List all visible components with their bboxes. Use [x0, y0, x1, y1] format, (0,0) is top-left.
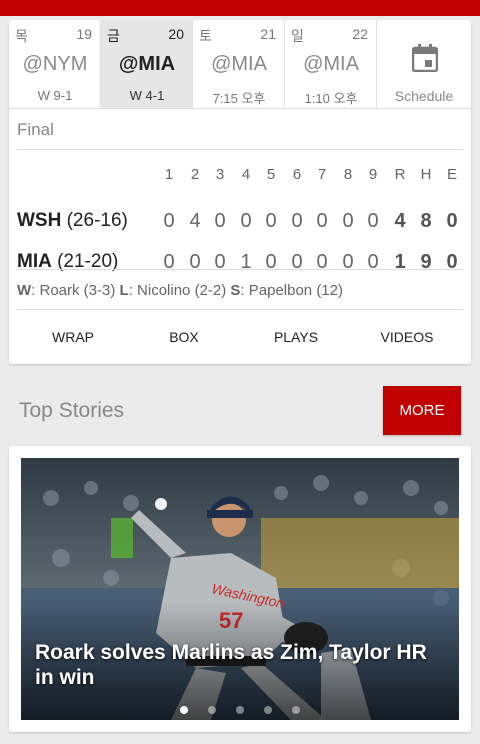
save-label: S [230, 282, 241, 299]
day-of-week: 토 [199, 28, 212, 44]
home-inning-score: 0 [265, 251, 277, 273]
away-total-score: 8 [420, 210, 432, 232]
pitching-decisions: W: Roark (3-3) L: Nicolino (2-2) S: Pape… [17, 282, 343, 299]
total-header: R [394, 166, 406, 183]
inning-header: 1 [164, 166, 174, 183]
save-pitcher: : Papelbon (12) [240, 282, 343, 299]
day-date: 22 [352, 26, 368, 42]
carousel-dot[interactable] [236, 706, 244, 714]
inning-header: 2 [190, 166, 200, 183]
divider [17, 309, 463, 310]
day-result: W 4-1 [129, 88, 165, 103]
away-total-score: 0 [446, 210, 458, 232]
carousel-dots [21, 701, 459, 719]
home-total-score: 0 [446, 251, 458, 273]
carousel-dot[interactable] [180, 706, 188, 714]
home-inning-score: 0 [342, 251, 354, 273]
day-result: 1:10 오후 [304, 91, 358, 106]
inning-header: 9 [368, 166, 378, 183]
day-date: 20 [168, 26, 184, 42]
home-inning-score: 0 [214, 251, 226, 273]
calendar-icon [412, 44, 438, 72]
carousel-dot[interactable] [292, 706, 300, 714]
day-result: W 9-1 [37, 88, 73, 103]
day-opponent: @NYM [22, 53, 88, 75]
top-stories-heading: Top Stories [19, 399, 125, 422]
home-inning-score: 0 [163, 251, 175, 273]
winning-pitcher: : Roark (3-3) [31, 282, 116, 299]
day-opponent: @MIA [303, 53, 359, 75]
schedule-day-19[interactable]: 목 19 @NYM W 9-1 [9, 20, 101, 108]
tab-plays[interactable]: PLAYS [246, 329, 346, 345]
away-inning-score: 0 [342, 210, 354, 232]
away-inning-score: 0 [291, 210, 303, 232]
away-team-abbr: WSH [17, 210, 62, 231]
away-inning-score: 0 [367, 210, 379, 232]
tab-wrap[interactable]: WRAP [23, 329, 123, 345]
away-total-score: 4 [394, 210, 406, 232]
away-inning-score: 0 [214, 210, 226, 232]
home-inning-score: 0 [189, 251, 201, 273]
inning-header: 5 [266, 166, 276, 183]
day-date: 21 [260, 26, 276, 42]
away-inning-score: 0 [240, 210, 252, 232]
day-of-week: 금 [107, 28, 120, 44]
day-opponent: @MIA [211, 53, 267, 75]
away-team-record: (26-16) [66, 210, 128, 231]
schedule-day-21[interactable]: 토 21 @MIA 7:15 오후 [193, 20, 285, 108]
carousel-dot[interactable] [264, 706, 272, 714]
story-card: Washington 57 Roark solves Marlins as Zi… [9, 446, 471, 732]
schedule-strip: 목 19 @NYM W 9-1 금 20 @MIA W 4-1 토 21 @MI… [9, 20, 471, 109]
day-date: 19 [76, 26, 92, 42]
inning-header: 8 [343, 166, 353, 183]
total-header: H [420, 166, 432, 183]
home-inning-score: 1 [240, 251, 252, 273]
schedule-day-22[interactable]: 일 22 @MIA 1:10 오후 [285, 20, 377, 108]
tab-box[interactable]: BOX [134, 329, 234, 345]
total-header: E [446, 166, 457, 183]
home-inning-score: 0 [367, 251, 379, 273]
away-inning-score: 0 [316, 210, 328, 232]
game-status: Final [17, 120, 54, 139]
story-headline: Roark solves Marlins as Zim, Taylor HR i… [35, 641, 427, 689]
schedule-label: Schedule [394, 88, 454, 104]
losing-pitcher: : Nicolino (2-2) [128, 282, 227, 299]
inning-header: 7 [317, 166, 327, 183]
app-top-bar [0, 0, 480, 16]
day-of-week: 일 [291, 28, 304, 44]
scoreboard-card: 목 19 @NYM W 9-1 금 20 @MIA W 4-1 토 21 @MI… [9, 20, 471, 364]
day-result: 7:15 오후 [212, 91, 266, 106]
schedule-day-20[interactable]: 금 20 @MIA W 4-1 [101, 20, 193, 108]
day-opponent: @MIA [118, 53, 176, 75]
tab-videos[interactable]: VIDEOS [357, 329, 457, 345]
away-inning-score: 0 [265, 210, 277, 232]
away-inning-score: 4 [189, 210, 201, 232]
divider [17, 149, 463, 150]
divider [17, 269, 463, 270]
home-inning-score: 0 [316, 251, 328, 273]
story-photo[interactable]: Washington 57 Roark solves Marlins as Zi… [21, 458, 459, 720]
away-inning-score: 0 [163, 210, 175, 232]
loss-label: L [119, 282, 129, 299]
inning-header: 3 [215, 166, 225, 183]
day-of-week: 목 [15, 28, 28, 44]
away-team-line: WSH (26-16) [17, 210, 128, 232]
home-total-score: 9 [420, 251, 432, 273]
win-label: W [17, 282, 32, 299]
inning-header: 4 [241, 166, 251, 183]
more-button[interactable]: MORE [383, 386, 461, 435]
home-total-score: 1 [394, 251, 406, 273]
inning-header: 6 [292, 166, 302, 183]
carousel-dot[interactable] [208, 706, 216, 714]
home-inning-score: 0 [291, 251, 303, 273]
schedule-button[interactable]: Schedule [377, 20, 471, 108]
